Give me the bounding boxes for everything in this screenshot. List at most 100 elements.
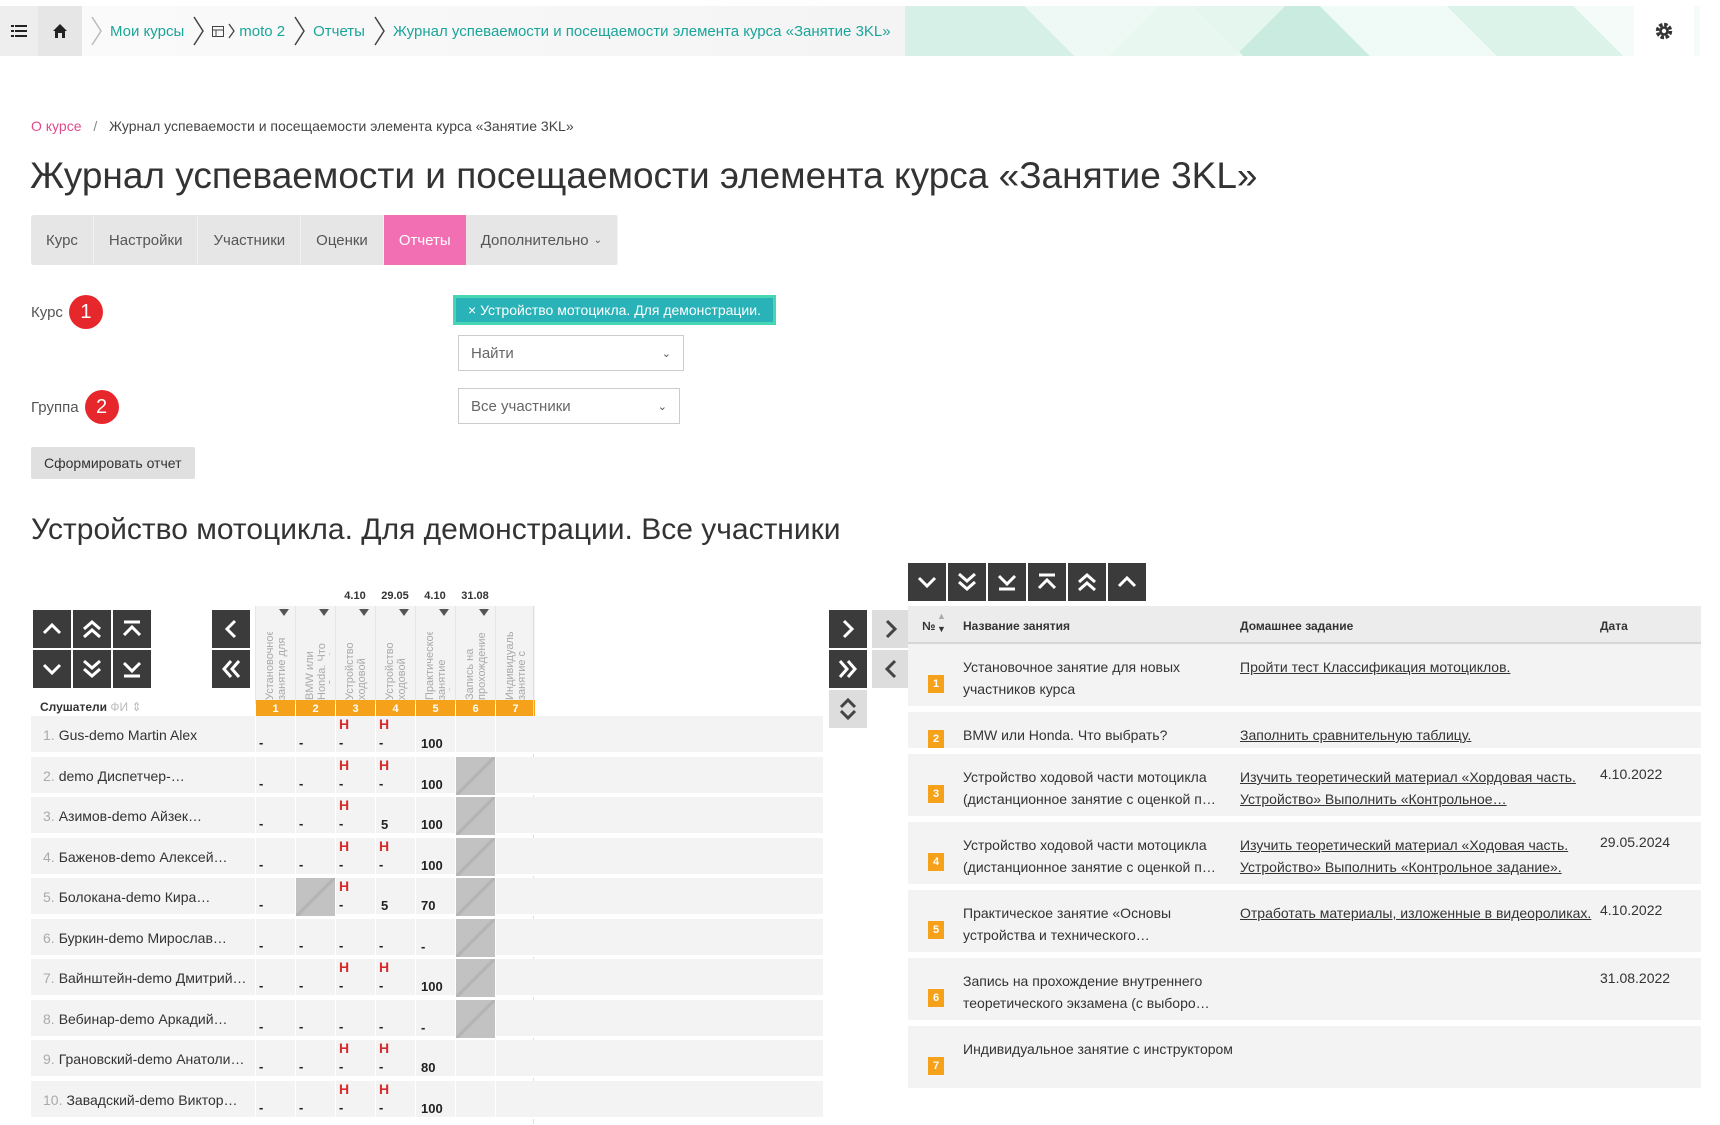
collapse-right-button[interactable] <box>872 610 910 648</box>
students-header[interactable]: Слушатели ФИ ⇕ <box>40 700 142 714</box>
group-select[interactable]: Все участники ⌄ <box>458 388 680 424</box>
student-name[interactable]: 9. Грановский-demo Анатолий… <box>43 1051 248 1067</box>
crumb-reports[interactable]: Отчеты <box>313 23 365 40</box>
scroll-down-button[interactable] <box>33 650 71 688</box>
grade-cell[interactable]: -Н <box>375 1040 415 1078</box>
grade-cell[interactable]: 5 <box>375 797 415 835</box>
journal-column-header[interactable]: Индивидуальное занятие с инструктором 7 <box>495 606 535 718</box>
grade-cell[interactable]: - <box>375 999 415 1038</box>
student-name[interactable]: 5. Болокана-demo Кира… <box>43 889 248 905</box>
grade-cell[interactable] <box>455 837 495 876</box>
lessons-page-down-button[interactable] <box>948 563 986 601</box>
grade-cell[interactable] <box>455 959 495 997</box>
tab-more[interactable]: Дополнительно ⌄ <box>466 215 619 265</box>
grade-cell[interactable]: - <box>255 1040 295 1078</box>
expand-left-button[interactable] <box>872 650 910 688</box>
grade-cell[interactable] <box>495 1040 535 1078</box>
scroll-far-left-button[interactable] <box>212 650 250 688</box>
list-item[interactable]: 7 Индивидуальное занятие с инструктором <box>908 1026 1701 1094</box>
homework-link[interactable]: Отработать материалы, изложенные в видео… <box>1240 902 1595 924</box>
grade-cell[interactable]: -Н <box>335 797 375 835</box>
lessons-scroll-bottom-button[interactable] <box>988 563 1026 601</box>
grade-cell[interactable]: 100 <box>415 959 455 997</box>
page-up-button[interactable] <box>73 610 111 648</box>
student-name[interactable]: 8. Вебинар-demo Аркадий… <box>43 1011 248 1027</box>
grade-cell[interactable]: -Н <box>335 878 375 916</box>
grade-cell[interactable]: - <box>295 918 335 957</box>
caret-down-icon[interactable] <box>399 609 409 616</box>
grade-cell[interactable]: - <box>295 797 335 835</box>
grade-cell[interactable]: - <box>335 999 375 1038</box>
journal-column-header[interactable]: Устройство ходовой части мотоцикла3 <box>335 606 375 718</box>
caret-down-icon[interactable] <box>479 609 489 616</box>
grade-cell[interactable]: -Н <box>335 756 375 795</box>
list-item[interactable]: 3 Устройство ходовой части мотоцикла (дис… <box>908 754 1701 822</box>
grade-cell[interactable]: - <box>295 1080 335 1119</box>
caret-down-icon[interactable] <box>279 609 289 616</box>
tab-reports[interactable]: Отчеты <box>383 215 466 265</box>
caret-down-icon[interactable] <box>439 609 449 616</box>
lessons-scroll-up-button[interactable] <box>1108 563 1146 601</box>
menu-toggle-button[interactable] <box>0 6 38 56</box>
grade-cell[interactable]: 5 <box>375 878 415 916</box>
grade-cell[interactable]: - <box>255 878 295 916</box>
grade-cell[interactable]: -Н <box>335 837 375 876</box>
homework-link[interactable]: Изучить теоретический материал «Ходовая … <box>1240 834 1595 878</box>
grade-cell[interactable] <box>495 999 535 1038</box>
tab-course[interactable]: Курс <box>31 215 94 265</box>
grade-cell[interactable] <box>455 1040 495 1078</box>
tab-settings[interactable]: Настройки <box>94 215 199 265</box>
lessons-scroll-top-button[interactable] <box>1028 563 1066 601</box>
grade-cell[interactable] <box>495 1080 535 1119</box>
grade-cell[interactable]: - <box>255 999 295 1038</box>
grade-cell[interactable]: -Н <box>335 1040 375 1078</box>
grade-cell[interactable] <box>495 959 535 997</box>
grade-cell[interactable]: - <box>255 959 295 997</box>
grade-cell[interactable] <box>455 999 495 1038</box>
table-row[interactable]: 1. Gus-demo Martin Alex - - - Н - Н 100 <box>31 716 823 754</box>
scroll-bottom-button[interactable] <box>113 650 151 688</box>
grade-cell[interactable]: - <box>295 999 335 1038</box>
list-item[interactable]: 5 Практическое занятие «Основы устройства… <box>908 890 1701 958</box>
list-item[interactable]: 2 BMW или Honda. Что выбрать? Заполнить ср… <box>908 712 1701 754</box>
caret-down-icon[interactable] <box>319 609 329 616</box>
grade-cell[interactable]: - <box>255 918 295 957</box>
grade-cell[interactable]: -Н <box>375 837 415 876</box>
tab-grades[interactable]: Оценки <box>301 215 384 265</box>
list-item[interactable]: 6 Запись на прохождение внутреннего теоре… <box>908 958 1701 1026</box>
page-down-button[interactable] <box>73 650 111 688</box>
grade-cell[interactable]: 80 <box>415 1040 455 1078</box>
grade-cell[interactable] <box>495 797 535 835</box>
grade-cell[interactable] <box>495 837 535 876</box>
grade-cell[interactable]: - <box>255 797 295 835</box>
caret-down-icon[interactable] <box>359 609 369 616</box>
student-name[interactable]: 7. Вайнштейн-demo Дмитрий… <box>43 970 248 986</box>
crumb-journal[interactable]: Журнал успеваемости и посещаемости элеме… <box>393 23 891 40</box>
journal-column-header[interactable]: Устройство ходовой части мотоцикла4 <box>375 606 415 718</box>
tab-participants[interactable]: Участники <box>198 215 302 265</box>
crumb-course[interactable]: moto 2 <box>212 23 285 40</box>
grade-cell[interactable]: -Н <box>375 716 415 754</box>
homework-link[interactable]: Заполнить сравнительную таблицу. <box>1240 724 1595 746</box>
grade-cell[interactable]: -Н <box>375 1080 415 1119</box>
student-name[interactable]: 2. demo Диспетчер-… <box>43 768 248 784</box>
grade-cell[interactable]: 100 <box>415 837 455 876</box>
grade-cell[interactable]: - <box>375 918 415 957</box>
grade-cell[interactable]: - <box>295 1040 335 1078</box>
grade-cell[interactable] <box>495 918 535 957</box>
grade-cell[interactable]: -Н <box>375 959 415 997</box>
journal-column-header[interactable]: Запись на прохождение внутреннего 6 <box>455 606 495 718</box>
course-selected-tag[interactable]: × Устройство мотоцикла. Для демонстрации… <box>453 295 776 325</box>
grade-cell[interactable]: 100 <box>415 716 455 754</box>
student-name[interactable]: 4. Баженов-demo Алексей… <box>43 849 248 865</box>
table-row[interactable]: 10. Завадский-demo Виктор… - - - Н - Н 100 <box>31 1080 823 1119</box>
grade-cell[interactable]: - <box>335 918 375 957</box>
grade-cell[interactable]: - <box>255 716 295 754</box>
grade-cell[interactable] <box>495 878 535 916</box>
grade-cell[interactable]: -Н <box>335 716 375 754</box>
grade-cell[interactable] <box>455 797 495 835</box>
homework-link[interactable]: Изучить теоретический материал «Хордовая… <box>1240 766 1595 810</box>
breadcrumb-home-link[interactable]: О курсе <box>31 118 81 134</box>
grade-cell[interactable] <box>495 716 535 754</box>
grade-cell[interactable] <box>295 878 335 916</box>
